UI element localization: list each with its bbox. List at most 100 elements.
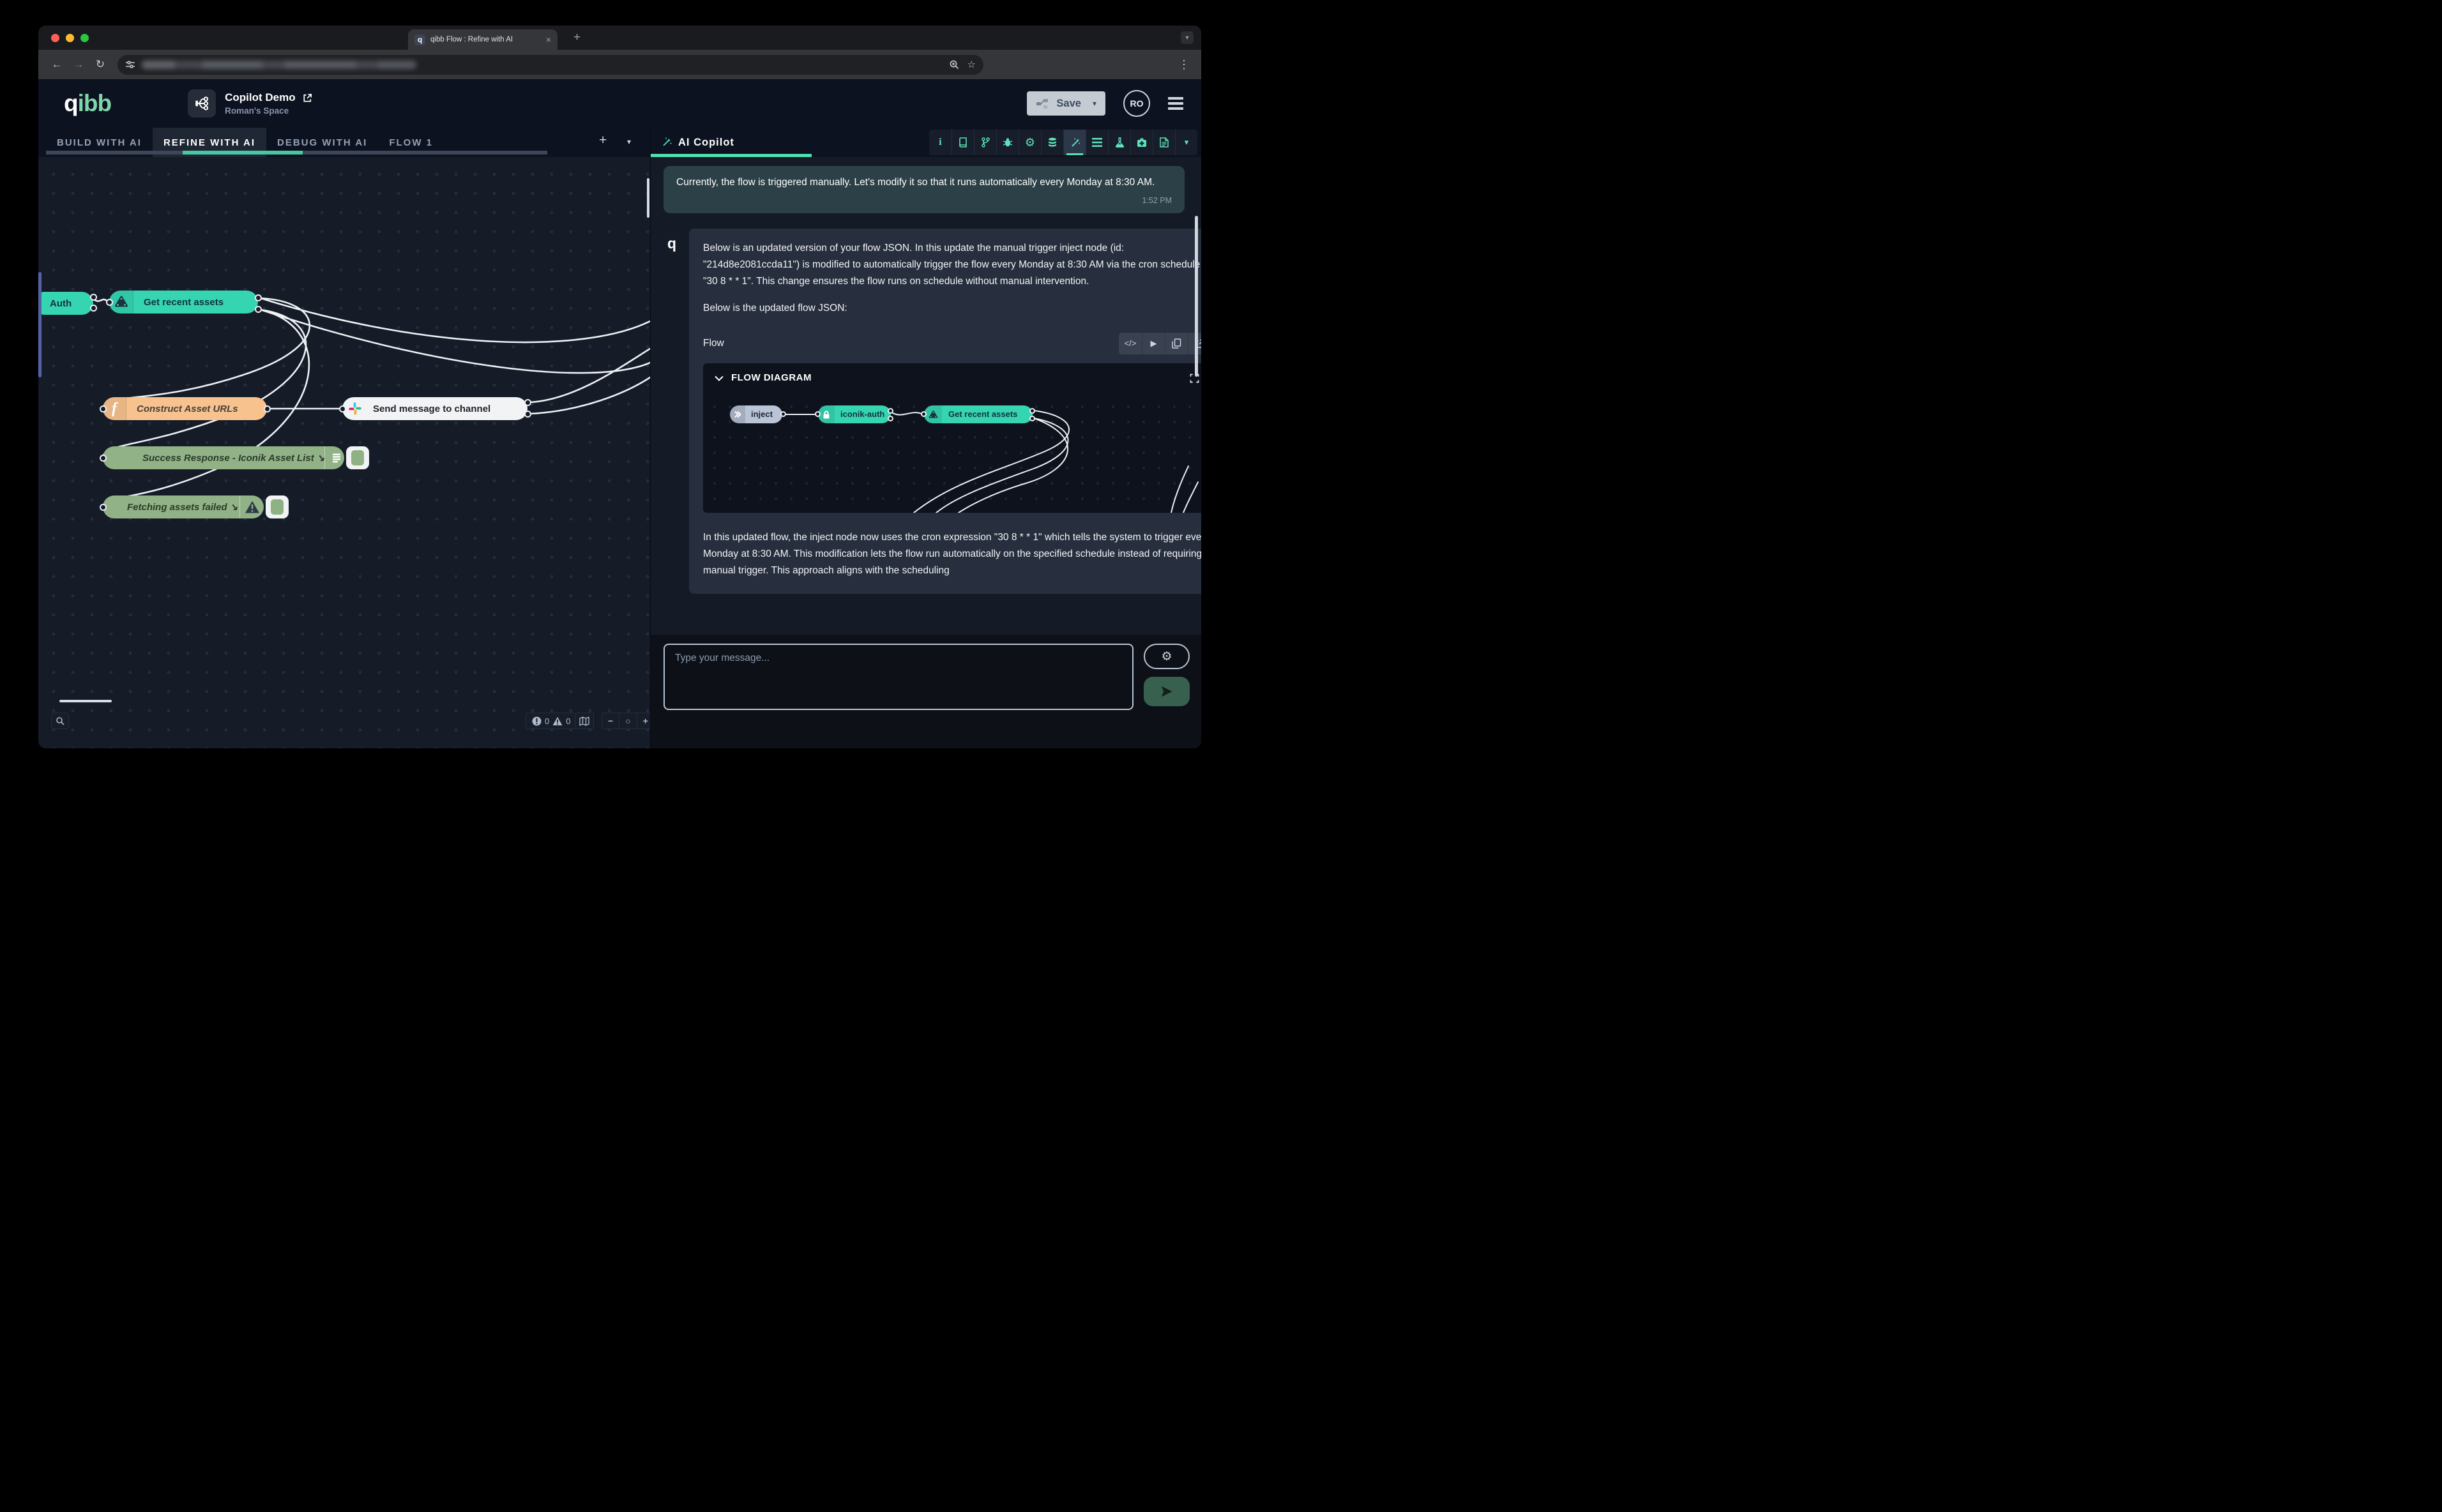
desktop-background: q qibb Flow : Refine with AI × + ▾ ← → ↻ bbox=[0, 0, 1221, 756]
open-flow-external-icon[interactable] bbox=[302, 93, 313, 103]
get-recent-input-port[interactable] bbox=[106, 299, 113, 306]
get-recent-output-port-1[interactable] bbox=[255, 294, 262, 301]
node-auth[interactable]: Auth bbox=[41, 292, 93, 315]
chat-scrollbar[interactable] bbox=[1195, 216, 1198, 377]
flow-canvas[interactable]: Auth bbox=[38, 157, 650, 748]
minimize-window-button[interactable] bbox=[66, 34, 74, 42]
minimap-button[interactable] bbox=[575, 713, 594, 729]
site-settings-icon[interactable] bbox=[125, 59, 135, 70]
success-debug-badge[interactable] bbox=[346, 446, 369, 469]
node-construct-asset-urls[interactable]: f Construct Asset URLs bbox=[103, 397, 267, 420]
mini-node-iconik-auth[interactable]: iconik-auth bbox=[818, 405, 891, 423]
send-output-port-2[interactable] bbox=[524, 411, 531, 418]
user-message: Currently, the flow is triggered manuall… bbox=[664, 166, 1185, 213]
copilot-messages[interactable]: Currently, the flow is triggered manuall… bbox=[651, 157, 1201, 635]
bookmark-star-icon[interactable]: ☆ bbox=[967, 59, 976, 70]
bug-icon[interactable] bbox=[996, 130, 1019, 155]
zoom-in-button[interactable]: + bbox=[637, 713, 650, 729]
canvas-left-scrollbar[interactable] bbox=[38, 272, 42, 377]
git-branch-icon[interactable] bbox=[974, 130, 996, 155]
first-aid-icon[interactable] bbox=[1130, 130, 1153, 155]
success-input-port[interactable] bbox=[100, 455, 107, 462]
database-icon[interactable] bbox=[1041, 130, 1063, 155]
tab-title: qibb Flow : Refine with AI bbox=[430, 36, 541, 43]
fetching-debug-badge[interactable] bbox=[266, 495, 289, 518]
mini-node-inject[interactable]: inject bbox=[730, 405, 782, 423]
tab-close-icon[interactable]: × bbox=[546, 35, 551, 44]
info-icon[interactable]: i bbox=[929, 130, 952, 155]
assistant-paragraph-1: Below is an updated version of your flow… bbox=[703, 240, 1201, 289]
new-tab-button[interactable]: + bbox=[573, 31, 580, 45]
magnifier-icon bbox=[56, 716, 64, 725]
book-icon[interactable] bbox=[952, 130, 974, 155]
address-bar[interactable]: ☆ bbox=[118, 55, 983, 75]
reload-button[interactable]: ↻ bbox=[91, 55, 110, 74]
node-send-message[interactable]: Send message to channel bbox=[342, 397, 527, 420]
chat-settings-button[interactable]: ⚙ bbox=[1144, 644, 1190, 669]
zoom-out-button[interactable]: − bbox=[602, 713, 619, 729]
space-name: Roman's Space bbox=[225, 106, 313, 116]
node-construct-label: Construct Asset URLs bbox=[137, 404, 238, 414]
construct-input-port[interactable] bbox=[100, 405, 107, 412]
warning-triangle-icon bbox=[239, 495, 264, 518]
map-icon bbox=[579, 716, 589, 726]
mini-flow-canvas[interactable]: inject iconik-auth bbox=[703, 393, 1201, 513]
flow-json-label: Flow bbox=[703, 335, 724, 352]
flow-branch-icon bbox=[188, 89, 216, 117]
node-get-recent-assets[interactable]: Get recent assets bbox=[109, 291, 258, 314]
node-success-label: Success Response - Iconik Asset List ↘ bbox=[142, 452, 324, 464]
back-button[interactable]: ← bbox=[47, 55, 66, 74]
flow-name: Copilot Demo bbox=[225, 91, 296, 104]
forward-button[interactable]: → bbox=[69, 55, 88, 74]
get-recent-output-port-2[interactable] bbox=[255, 306, 262, 313]
browser-tabstrip: q qibb Flow : Refine with AI × + ▾ bbox=[38, 26, 1201, 50]
zoom-reset-button[interactable]: ○ bbox=[619, 713, 636, 729]
canvas-bottom-scrollbar[interactable] bbox=[59, 700, 112, 702]
node-success-response[interactable]: Success Response - Iconik Asset List ↘ bbox=[103, 446, 344, 469]
list-icon[interactable] bbox=[1086, 130, 1108, 155]
toolbar-caret-icon[interactable]: ▾ bbox=[1175, 130, 1197, 155]
mini-node-get-recent[interactable]: Get recent assets bbox=[924, 405, 1033, 423]
browser-toolbar: ← → ↻ ☆ ⋮ bbox=[38, 50, 1201, 79]
send-message-button[interactable] bbox=[1144, 677, 1190, 706]
node-auth-output-port-1[interactable] bbox=[90, 294, 97, 301]
issue-counters[interactable]: 0 0 bbox=[526, 713, 577, 729]
close-window-button[interactable] bbox=[51, 34, 59, 42]
collapse-chevron-icon[interactable] bbox=[715, 375, 724, 381]
gear-icon[interactable]: ⚙ bbox=[1019, 130, 1041, 155]
send-input-port[interactable] bbox=[339, 405, 346, 412]
canvas-right-scrollbar[interactable] bbox=[647, 178, 649, 218]
tab-search-button[interactable]: ▾ bbox=[1181, 31, 1194, 44]
assistant-message: q Below is an updated version of your fl… bbox=[664, 229, 1188, 594]
zoom-page-icon[interactable] bbox=[949, 59, 960, 70]
browser-menu-icon[interactable]: ⋮ bbox=[1176, 58, 1192, 72]
document-icon[interactable] bbox=[1153, 130, 1175, 155]
send-output-port-1[interactable] bbox=[524, 399, 531, 406]
save-button[interactable]: Save ▾ bbox=[1027, 91, 1105, 116]
qibb-logo[interactable]: qibb bbox=[64, 90, 111, 117]
browser-tab[interactable]: q qibb Flow : Refine with AI × bbox=[408, 29, 557, 50]
run-flow-button[interactable]: ▶ bbox=[1142, 333, 1165, 354]
node-fetching-failed[interactable]: Fetching assets failed ↘ bbox=[103, 495, 264, 518]
tab-list-caret-icon[interactable]: ▾ bbox=[627, 137, 631, 146]
copilot-title: AI Copilot bbox=[678, 137, 734, 149]
app-menu-icon[interactable] bbox=[1168, 97, 1183, 110]
user-avatar[interactable]: RO bbox=[1123, 90, 1150, 117]
node-get-recent-label: Get recent assets bbox=[144, 297, 224, 308]
node-fetching-label: Fetching assets failed ↘ bbox=[127, 501, 238, 513]
chat-input[interactable] bbox=[664, 644, 1134, 710]
canvas-search-button[interactable] bbox=[51, 713, 69, 729]
add-tab-button[interactable]: + bbox=[599, 133, 607, 148]
copilot-input-area: ⚙ bbox=[651, 635, 1201, 748]
copy-button[interactable] bbox=[1165, 333, 1188, 354]
flask-icon[interactable] bbox=[1108, 130, 1130, 155]
fetching-input-port[interactable] bbox=[100, 504, 107, 511]
save-caret-icon[interactable]: ▾ bbox=[1093, 99, 1096, 108]
zoom-window-button[interactable] bbox=[80, 34, 89, 42]
node-auth-output-port-2[interactable] bbox=[90, 305, 97, 312]
view-code-button[interactable]: </> bbox=[1119, 333, 1142, 354]
copilot-header: AI Copilot i bbox=[651, 128, 1201, 157]
magic-wand-tab-icon[interactable] bbox=[1063, 130, 1086, 155]
flow-diagram-title: FLOW DIAGRAM bbox=[731, 370, 812, 386]
construct-output-port[interactable] bbox=[264, 405, 271, 412]
